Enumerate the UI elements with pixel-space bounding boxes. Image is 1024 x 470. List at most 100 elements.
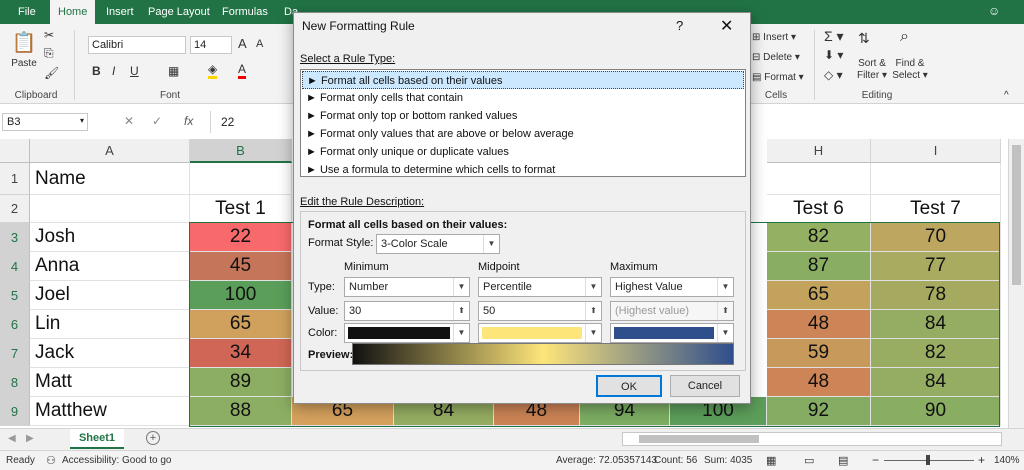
column-header-i[interactable]: I	[871, 139, 1001, 163]
horizontal-scrollbar[interactable]	[622, 432, 1002, 446]
increase-font-icon[interactable]: A	[238, 36, 247, 51]
tab-file[interactable]: File	[10, 0, 44, 24]
scroll-thumb[interactable]	[1012, 145, 1021, 285]
zoom-out-icon[interactable]: −	[872, 453, 879, 467]
font-size-box[interactable]: 14	[190, 36, 232, 54]
zoom-in-icon[interactable]: +	[978, 453, 985, 467]
cell-test1[interactable]: 88	[190, 397, 292, 426]
paste-button[interactable]: Paste	[8, 58, 40, 69]
cell-test6[interactable]: 92	[767, 397, 871, 426]
mid-value-input[interactable]: 50 ⬆	[478, 301, 602, 321]
max-value-input[interactable]: (Highest value) ⬆	[610, 301, 734, 321]
row-header[interactable]: 7	[0, 339, 30, 368]
list-item[interactable]: ► Format only cells that contain	[302, 89, 463, 107]
sort-filter-icon[interactable]: ⇅	[858, 30, 870, 47]
close-icon[interactable]: ✕	[720, 16, 733, 36]
cell-test6[interactable]: 48	[767, 368, 871, 397]
cell-b2[interactable]: Test 1	[190, 195, 292, 223]
cell-test6[interactable]: 59	[767, 339, 871, 368]
borders-icon[interactable]: ▦	[168, 64, 179, 78]
find-select-button[interactable]: Find & Select ▾	[888, 58, 932, 82]
cell-test1[interactable]: 65	[190, 310, 292, 339]
tab-formulas[interactable]: Formulas	[214, 0, 276, 24]
find-icon[interactable]: ⌕	[900, 28, 909, 46]
row-header[interactable]: 1	[0, 163, 30, 195]
column-header-a[interactable]: A	[30, 139, 190, 163]
fill-icon[interactable]: ⬇ ▾	[824, 48, 843, 62]
tab-insert[interactable]: Insert	[98, 0, 142, 24]
cell-a2[interactable]	[30, 195, 190, 223]
cell-test7[interactable]: 82	[871, 339, 1001, 368]
cell-test1[interactable]: 89	[190, 368, 292, 397]
column-header-h[interactable]: H	[767, 139, 871, 163]
cell-test1[interactable]: 22	[190, 223, 292, 252]
bold-button[interactable]: B	[92, 64, 101, 78]
scroll-right-icon[interactable]: ▶	[26, 433, 34, 444]
sheet-tab[interactable]: Sheet1	[70, 429, 124, 449]
list-item[interactable]: ► Format only top or bottom ranked value…	[302, 107, 517, 125]
cell-h1[interactable]	[767, 163, 871, 195]
page-layout-icon[interactable]: ▭	[804, 454, 814, 467]
cell-name[interactable]: Matt	[30, 368, 190, 397]
row-header[interactable]: 4	[0, 252, 30, 281]
normal-view-icon[interactable]: ▦	[766, 454, 776, 467]
cell-i2[interactable]: Test 7	[871, 195, 1001, 223]
decrease-font-icon[interactable]: A	[256, 38, 263, 50]
scroll-thumb[interactable]	[639, 435, 759, 443]
collapse-ribbon-icon[interactable]: ^	[1004, 90, 1009, 101]
list-item[interactable]: ► Format only unique or duplicate values	[302, 143, 509, 161]
insert-cells-button[interactable]: ⊞ Insert ▾	[752, 32, 796, 43]
cell-name[interactable]: Jack	[30, 339, 190, 368]
cell-b1[interactable]	[190, 163, 292, 195]
list-item[interactable]: ► Format only values that are above or b…	[302, 125, 574, 143]
tab-home[interactable]: Home	[50, 0, 96, 24]
insert-function-icon[interactable]: fx	[184, 114, 193, 128]
cell-name[interactable]: Josh	[30, 223, 190, 252]
list-item[interactable]: ► Format all cells based on their values	[302, 71, 744, 89]
select-all-corner[interactable]	[0, 139, 30, 163]
cell-test7[interactable]: 84	[871, 368, 1001, 397]
cell-i1[interactable]	[871, 163, 1001, 195]
cell-name[interactable]: Matthew	[30, 397, 190, 426]
cell-test6[interactable]: 82	[767, 223, 871, 252]
mid-type-select[interactable]: Percentile ▼	[478, 277, 602, 297]
sort-filter-button[interactable]: Sort & Filter ▾	[852, 58, 892, 82]
accessibility-status[interactable]: Accessibility: Good to go	[62, 455, 172, 466]
max-color-picker[interactable]: ▼	[610, 323, 734, 343]
share-icon[interactable]: ☺	[988, 4, 1000, 18]
cell-test7[interactable]: 78	[871, 281, 1001, 310]
min-value-input[interactable]: 30 ⬆	[344, 301, 470, 321]
cell-a1[interactable]: Name	[30, 163, 190, 195]
delete-cells-button[interactable]: ⊟ Delete ▾	[752, 52, 800, 63]
chevron-down-icon[interactable]: ▾	[80, 116, 84, 125]
ok-button[interactable]: OK	[596, 375, 662, 397]
min-color-picker[interactable]: ▼	[344, 323, 470, 343]
cell-test7[interactable]: 77	[871, 252, 1001, 281]
cancel-button[interactable]: Cancel	[670, 375, 740, 397]
min-type-select[interactable]: Number ▼	[344, 277, 470, 297]
cell-test1[interactable]: 34	[190, 339, 292, 368]
format-style-select[interactable]: 3-Color Scale ▼	[376, 234, 500, 254]
font-color-icon[interactable]: A	[238, 62, 247, 79]
fill-color-icon[interactable]: ◈	[208, 62, 218, 79]
format-painter-icon[interactable]: 🖌	[44, 66, 59, 80]
add-sheet-icon[interactable]: +	[146, 431, 160, 445]
name-box[interactable]: B3	[2, 113, 88, 131]
cell-test7[interactable]: 84	[871, 310, 1001, 339]
cell-test7[interactable]: 90	[871, 397, 1001, 426]
font-name-box[interactable]: Calibri	[88, 36, 186, 54]
cell-test6[interactable]: 48	[767, 310, 871, 339]
column-header-b[interactable]: B	[190, 139, 292, 163]
zoom-level[interactable]: 140%	[994, 455, 1020, 466]
cancel-edit-icon[interactable]: ✕	[124, 114, 134, 128]
tab-page-layout[interactable]: Page Layout	[140, 0, 218, 24]
cell-name[interactable]: Joel	[30, 281, 190, 310]
row-header[interactable]: 6	[0, 310, 30, 339]
clear-icon[interactable]: ◇ ▾	[824, 68, 843, 82]
scroll-left-icon[interactable]: ◀	[8, 433, 16, 444]
vertical-scrollbar[interactable]	[1008, 139, 1024, 428]
underline-button[interactable]: U	[130, 64, 139, 78]
cell-test6[interactable]: 65	[767, 281, 871, 310]
row-header[interactable]: 9	[0, 397, 30, 426]
row-header[interactable]: 3	[0, 223, 30, 252]
